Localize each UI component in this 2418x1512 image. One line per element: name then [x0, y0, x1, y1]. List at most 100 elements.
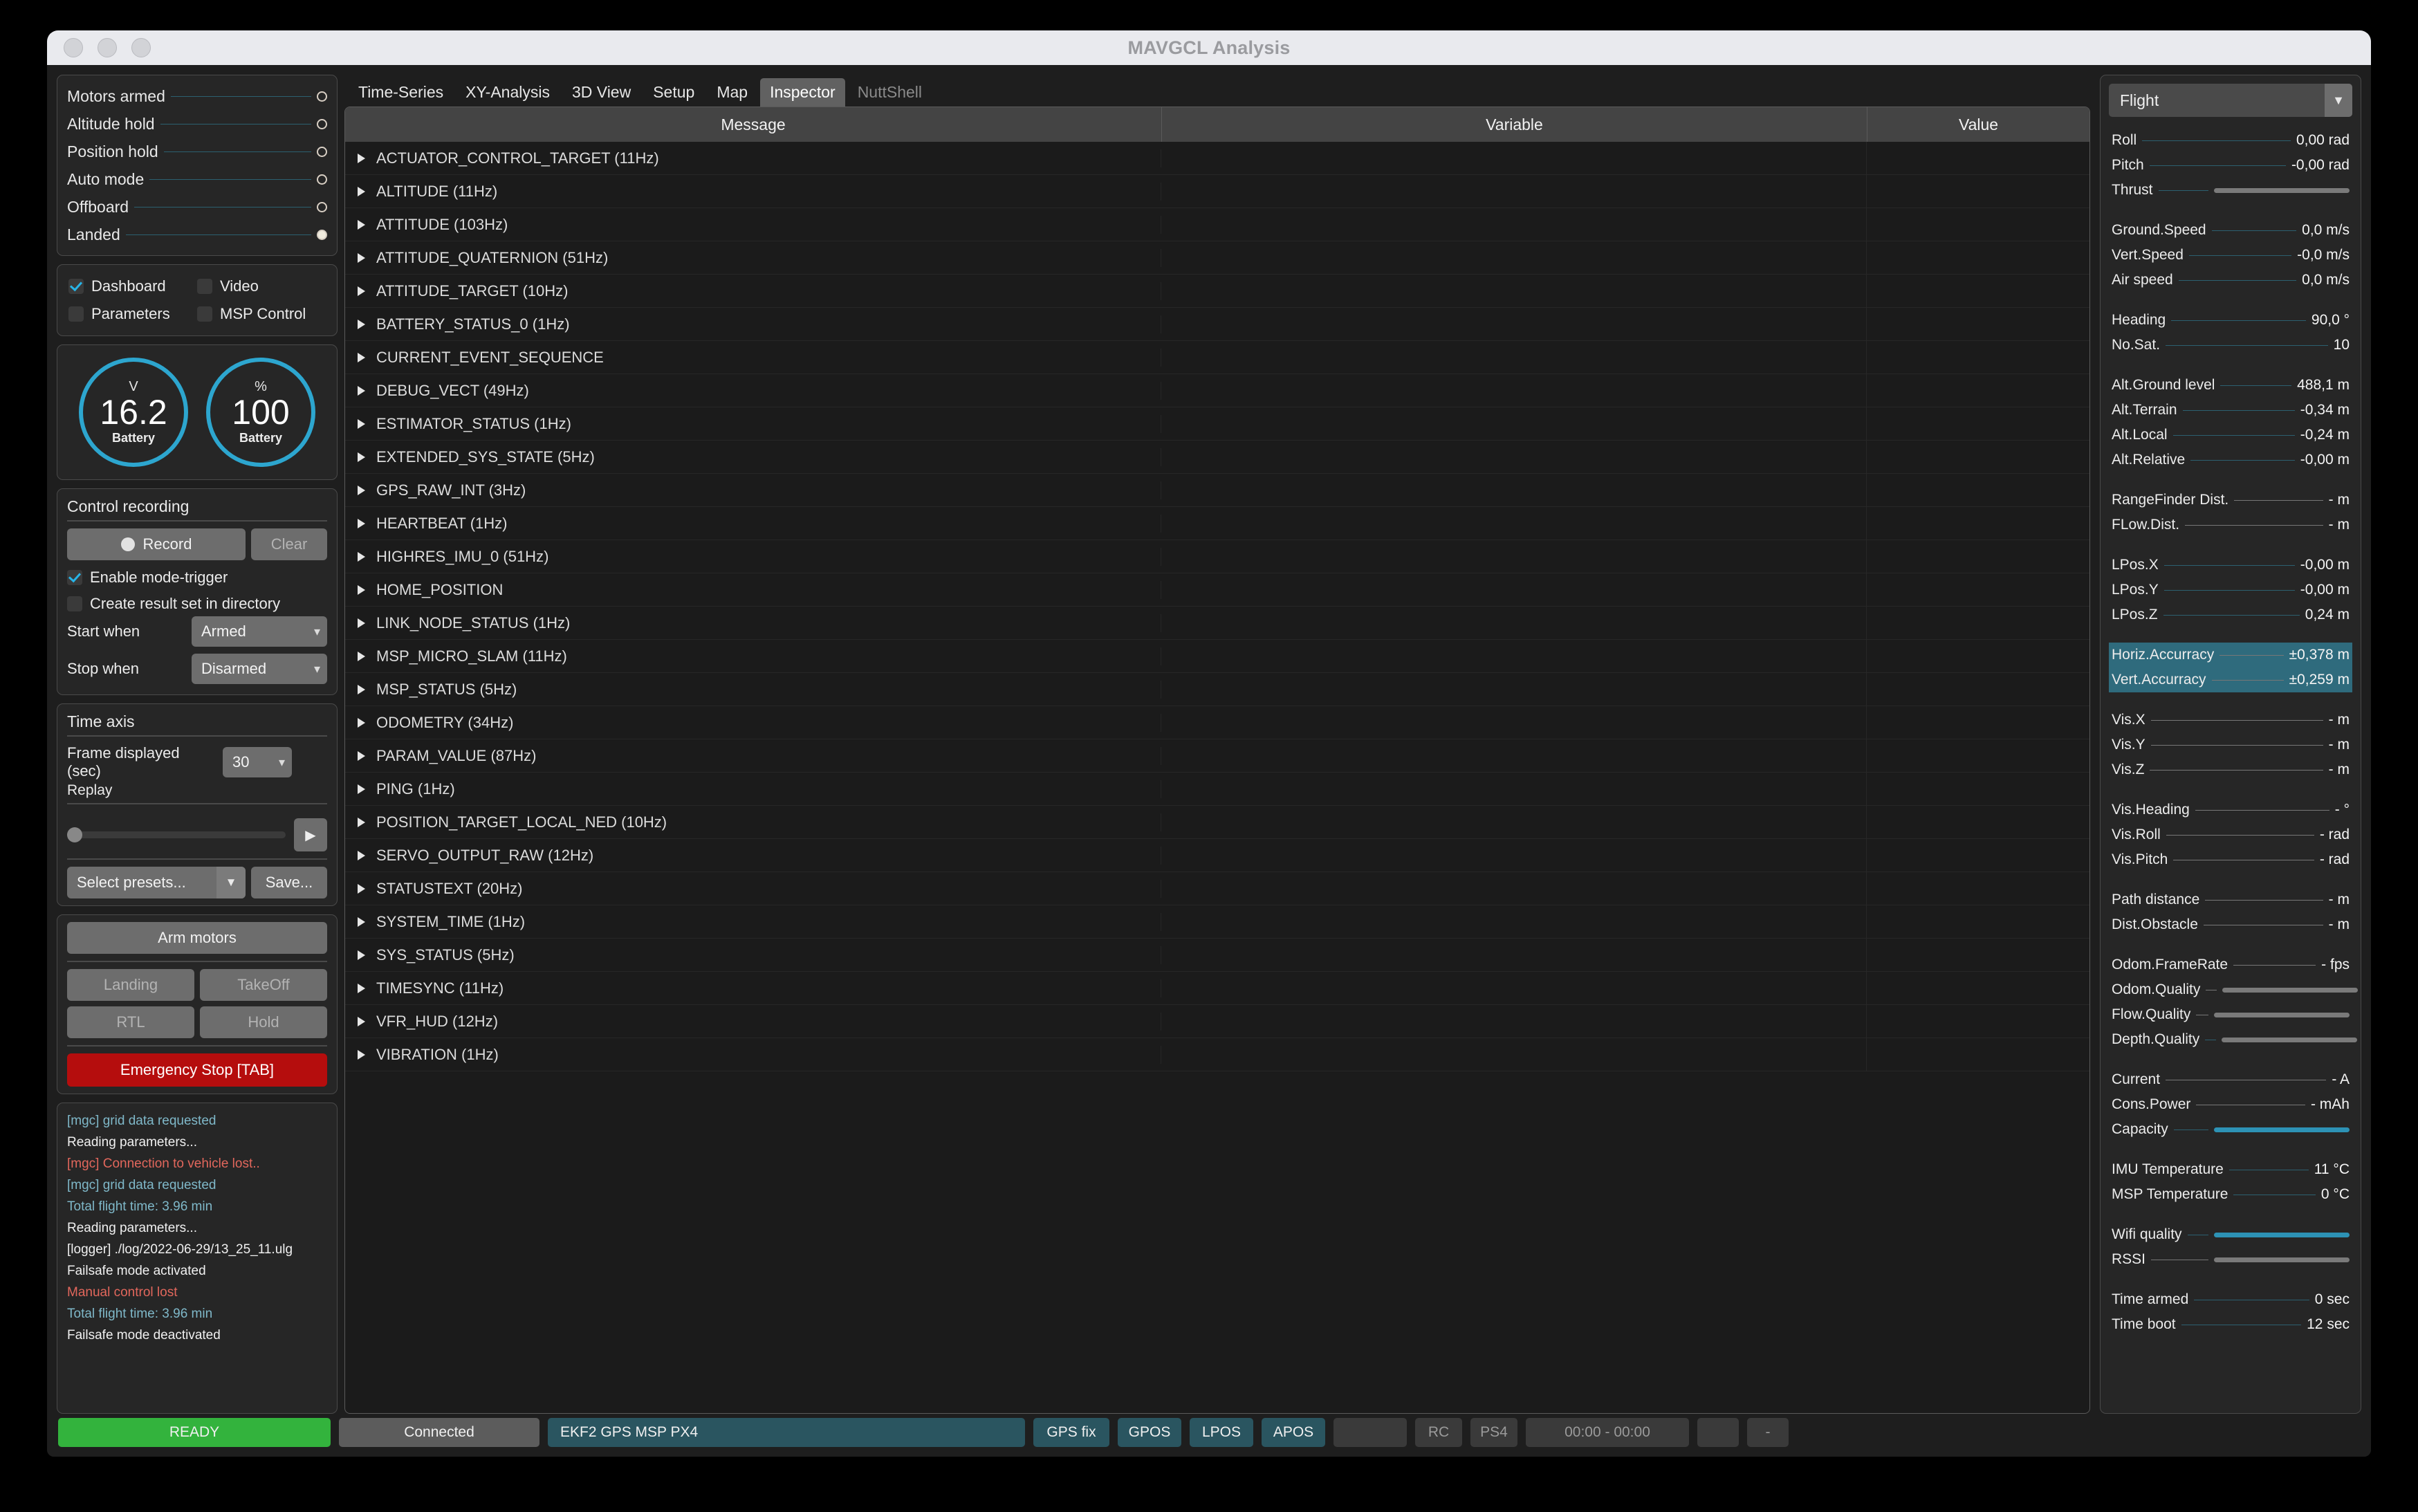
table-row[interactable]: SYSTEM_TIME (1Hz) [345, 905, 2089, 939]
expand-triangle-icon[interactable] [358, 220, 365, 230]
table-row[interactable]: GPS_RAW_INT (3Hz) [345, 474, 2089, 507]
table-row[interactable]: BATTERY_STATUS_0 (1Hz) [345, 308, 2089, 341]
expand-triangle-icon[interactable] [358, 519, 365, 528]
expand-triangle-icon[interactable] [358, 1017, 365, 1026]
checkbox[interactable] [197, 306, 212, 322]
emergency-stop-button[interactable]: Emergency Stop [TAB] [67, 1053, 327, 1087]
tab-time-series[interactable]: Time-Series [349, 78, 453, 107]
expand-triangle-icon[interactable] [358, 685, 365, 694]
expand-triangle-icon[interactable] [358, 353, 365, 362]
table-row[interactable]: ODOMETRY (34Hz) [345, 706, 2089, 739]
clear-button[interactable]: Clear [251, 528, 327, 560]
table-row[interactable]: LINK_NODE_STATUS (1Hz) [345, 607, 2089, 640]
checkbox[interactable] [68, 279, 84, 294]
checkbox[interactable] [68, 306, 84, 322]
chevron-down-icon[interactable]: ▼ [216, 867, 246, 898]
telemetry-value: -0,34 m [2300, 402, 2350, 418]
expand-triangle-icon[interactable] [358, 751, 365, 761]
chevron-down-icon[interactable]: ▼ [2325, 84, 2352, 117]
expand-triangle-icon[interactable] [358, 784, 365, 794]
table-row[interactable]: ATTITUDE_QUATERNION (51Hz) [345, 241, 2089, 275]
save-preset-button[interactable]: Save... [251, 867, 327, 898]
tab-setup[interactable]: Setup [643, 78, 704, 107]
landing-button[interactable]: Landing [67, 969, 194, 1001]
table-row[interactable]: TIMESYNC (11Hz) [345, 972, 2089, 1005]
create-result-set-row[interactable]: Create result set in directory [67, 595, 327, 613]
expand-triangle-icon[interactable] [358, 585, 365, 595]
tab-3d-view[interactable]: 3D View [562, 78, 640, 107]
table-row[interactable]: DEBUG_VECT (49Hz) [345, 374, 2089, 407]
table-row[interactable]: ALTITUDE (11Hz) [345, 175, 2089, 208]
table-row[interactable]: HOME_POSITION [345, 573, 2089, 607]
tab-inspector[interactable]: Inspector [760, 78, 845, 107]
expand-triangle-icon[interactable] [358, 884, 365, 894]
expand-triangle-icon[interactable] [358, 718, 365, 728]
arm-motors-button[interactable]: Arm motors [67, 922, 327, 954]
expand-triangle-icon[interactable] [358, 320, 365, 329]
expand-triangle-icon[interactable] [358, 452, 365, 462]
expand-triangle-icon[interactable] [358, 818, 365, 827]
table-row[interactable]: HIGHRES_IMU_0 (51Hz) [345, 540, 2089, 573]
expand-triangle-icon[interactable] [358, 984, 365, 993]
table-row[interactable]: EXTENDED_SYS_STATE (5Hz) [345, 441, 2089, 474]
table-row[interactable]: POSITION_TARGET_LOCAL_NED (10Hz) [345, 806, 2089, 839]
rtl-button[interactable]: RTL [67, 1006, 194, 1038]
tab-map[interactable]: Map [707, 78, 757, 107]
toggle-dashboard[interactable]: Dashboard [68, 277, 197, 295]
expand-triangle-icon[interactable] [358, 917, 365, 927]
create-result-set-checkbox[interactable] [67, 596, 82, 611]
toggle-parameters[interactable]: Parameters [68, 305, 197, 323]
table-row[interactable]: CURRENT_EVENT_SEQUENCE [345, 341, 2089, 374]
table-row[interactable]: HEARTBEAT (1Hz) [345, 507, 2089, 540]
expand-triangle-icon[interactable] [358, 950, 365, 960]
expand-triangle-icon[interactable] [358, 419, 365, 429]
takeoff-button[interactable]: TakeOff [200, 969, 327, 1001]
expand-triangle-icon[interactable] [358, 618, 365, 628]
expand-triangle-icon[interactable] [358, 486, 365, 495]
toggle-msp-control[interactable]: MSP Control [197, 305, 326, 323]
start-when-select[interactable]: Armed ▾ [192, 616, 327, 647]
table-row[interactable]: ACTUATOR_CONTROL_TARGET (11Hz) [345, 142, 2089, 175]
expand-triangle-icon[interactable] [358, 154, 365, 163]
expand-triangle-icon[interactable] [358, 386, 365, 396]
stop-when-select[interactable]: Disarmed ▾ [192, 654, 327, 684]
hold-button[interactable]: Hold [200, 1006, 327, 1038]
table-row[interactable]: ESTIMATOR_STATUS (1Hz) [345, 407, 2089, 441]
toggle-video[interactable]: Video [197, 277, 326, 295]
expand-triangle-icon[interactable] [358, 253, 365, 263]
expand-triangle-icon[interactable] [358, 187, 365, 196]
table-row[interactable]: PARAM_VALUE (87Hz) [345, 739, 2089, 773]
expand-triangle-icon[interactable] [358, 286, 365, 296]
replay-slider[interactable] [67, 831, 286, 838]
select-presets-dropdown[interactable]: Select presets... ▼ [67, 867, 246, 898]
table-row[interactable]: ATTITUDE (103Hz) [345, 208, 2089, 241]
table-row[interactable]: SYS_STATUS (5Hz) [345, 939, 2089, 972]
table-row[interactable]: STATUSTEXT (20Hz) [345, 872, 2089, 905]
replay-slider-knob[interactable] [67, 827, 82, 842]
frame-displayed-select[interactable]: 30 ▾ [223, 747, 292, 777]
table-row[interactable]: ATTITUDE_TARGET (10Hz) [345, 275, 2089, 308]
record-button[interactable]: Record [67, 528, 246, 560]
expand-triangle-icon[interactable] [358, 652, 365, 661]
enable-mode-trigger-checkbox[interactable] [67, 570, 82, 585]
column-header-variable[interactable]: Variable [1161, 107, 1867, 142]
table-row[interactable]: VIBRATION (1Hz) [345, 1038, 2089, 1071]
column-header-value[interactable]: Value [1867, 107, 2089, 142]
status-connected[interactable]: Connected [339, 1418, 539, 1447]
console-log-panel[interactable]: [mgc] grid data requestedReading paramet… [57, 1103, 338, 1414]
tab-xy-analysis[interactable]: XY-Analysis [456, 78, 560, 107]
enable-mode-trigger-row[interactable]: Enable mode-trigger [67, 569, 327, 587]
expand-triangle-icon[interactable] [358, 1050, 365, 1060]
play-button[interactable]: ▶ [294, 818, 327, 851]
checkbox[interactable] [197, 279, 212, 294]
telemetry-value: - m [2329, 737, 2350, 753]
table-row[interactable]: VFR_HUD (12Hz) [345, 1005, 2089, 1038]
table-row[interactable]: PING (1Hz) [345, 773, 2089, 806]
table-row[interactable]: MSP_MICRO_SLAM (11Hz) [345, 640, 2089, 673]
telemetry-mode-select[interactable]: Flight ▼ [2109, 84, 2352, 117]
expand-triangle-icon[interactable] [358, 552, 365, 562]
expand-triangle-icon[interactable] [358, 851, 365, 860]
table-row[interactable]: MSP_STATUS (5Hz) [345, 673, 2089, 706]
column-header-message[interactable]: Message [345, 107, 1161, 142]
table-row[interactable]: SERVO_OUTPUT_RAW (12Hz) [345, 839, 2089, 872]
